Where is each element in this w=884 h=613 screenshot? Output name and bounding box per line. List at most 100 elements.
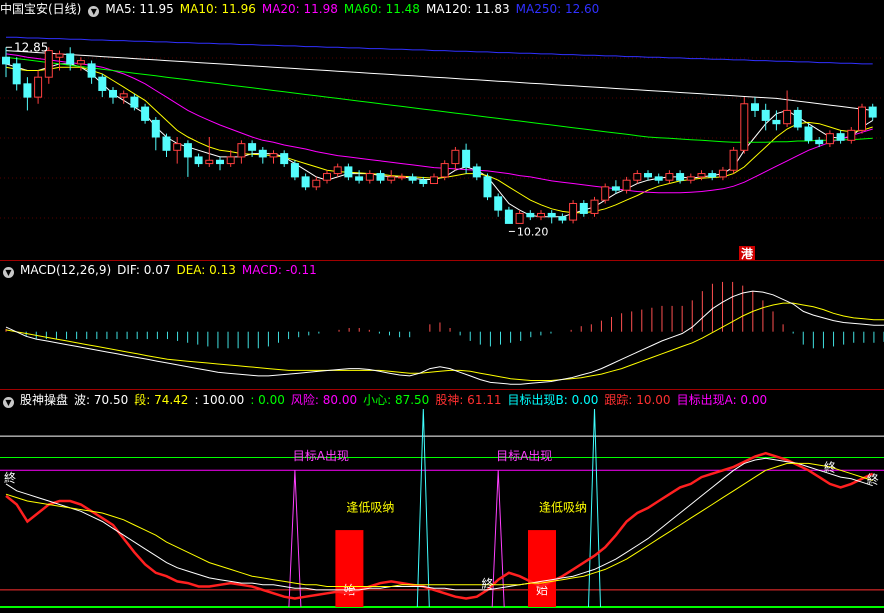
candle-body bbox=[151, 119, 160, 138]
macd-indicator-2: MACD: -0.11 bbox=[241, 263, 317, 277]
candle-body bbox=[665, 173, 674, 181]
candle-body bbox=[312, 179, 321, 188]
candle-body bbox=[2, 56, 10, 65]
candle bbox=[194, 153, 203, 167]
candle bbox=[483, 173, 492, 201]
candle bbox=[644, 170, 652, 181]
signal-pane-title: 股神操盘 bbox=[20, 393, 69, 407]
candle-body bbox=[547, 212, 556, 218]
pane-divider[interactable] bbox=[0, 389, 884, 390]
price-indicator-0: MA5: 11.95 bbox=[105, 2, 174, 16]
candle-body bbox=[194, 156, 203, 165]
candle bbox=[504, 206, 513, 224]
candle bbox=[269, 150, 278, 164]
candle bbox=[183, 140, 192, 177]
target-b-spike bbox=[588, 409, 601, 608]
candle-body bbox=[76, 60, 85, 65]
candle-body bbox=[141, 106, 150, 121]
candle bbox=[151, 117, 160, 151]
candle bbox=[847, 127, 856, 144]
candle-body bbox=[804, 126, 813, 141]
price-chart[interactable]: 12.85 10.20 港 bbox=[0, 18, 884, 261]
candle-body bbox=[815, 139, 824, 145]
candle bbox=[825, 130, 834, 147]
candle-body bbox=[55, 53, 64, 58]
candle bbox=[430, 173, 438, 185]
candle-body bbox=[387, 176, 396, 181]
signal-indicator-9: 目标出现A: 0.00 bbox=[676, 393, 768, 407]
ma-line-ma250 bbox=[6, 36, 873, 65]
candle bbox=[162, 133, 171, 157]
candle bbox=[440, 160, 449, 181]
chevron-down-icon[interactable]: ▼ bbox=[88, 6, 100, 17]
candle-body bbox=[836, 133, 845, 141]
candle bbox=[547, 210, 556, 224]
candle-body bbox=[216, 159, 224, 165]
candle bbox=[729, 146, 738, 174]
candle bbox=[290, 160, 299, 181]
chevron-down-icon[interactable]: ▼ bbox=[3, 267, 14, 278]
candle bbox=[633, 170, 642, 184]
signal-indicator-4: 风险: 80.00 bbox=[290, 393, 358, 407]
price-indicator-4: MA120: 11.83 bbox=[425, 2, 510, 16]
signal-indicator-2: : 100.00 bbox=[194, 393, 245, 407]
candle-body bbox=[248, 143, 257, 151]
price-indicator-2: MA20: 11.98 bbox=[261, 2, 338, 16]
macd-indicator-0: DIF: 0.07 bbox=[117, 263, 171, 277]
candle bbox=[601, 183, 610, 204]
candle-body bbox=[23, 83, 32, 98]
candle bbox=[258, 146, 267, 164]
end-label: 終 bbox=[4, 470, 16, 485]
candle bbox=[708, 170, 717, 181]
candle-body bbox=[462, 149, 471, 168]
macd-indicator-list: DIF: 0.07 DEA: 0.13 MACD: -0.11 bbox=[117, 263, 323, 277]
target-b-spike bbox=[416, 409, 430, 608]
signal-pane-header: ▼ 股神操盘 波: 70.50 段: 74.42: 100.00: 0.00 风险: 8… bbox=[0, 391, 884, 409]
candle bbox=[569, 200, 578, 224]
candle bbox=[494, 193, 503, 217]
candle-body bbox=[183, 143, 192, 158]
candle-body bbox=[654, 176, 663, 181]
candle-body bbox=[708, 173, 717, 178]
candle bbox=[109, 87, 117, 104]
candle bbox=[12, 57, 21, 91]
candle-body bbox=[397, 176, 406, 179]
candle bbox=[376, 170, 385, 184]
candle-body bbox=[579, 202, 588, 214]
candle bbox=[515, 210, 524, 224]
candle-body bbox=[130, 96, 139, 108]
candle bbox=[312, 176, 321, 191]
candle bbox=[365, 170, 374, 184]
candle bbox=[87, 60, 96, 84]
candle-body bbox=[751, 103, 759, 111]
candle-body bbox=[622, 179, 631, 191]
candle-body bbox=[226, 156, 235, 165]
candle bbox=[98, 73, 107, 98]
candle-body bbox=[440, 163, 449, 178]
price-indicator-list: MA5: 11.95 MA10: 11.96 MA20: 11.98 MA60: 11… bbox=[105, 2, 605, 16]
candle-body bbox=[44, 50, 53, 78]
candle bbox=[579, 200, 588, 217]
candle-body bbox=[858, 106, 866, 131]
macd-pane-header: ▼ MACD(12,26,9) DIF: 0.07 DEA: 0.13 MACD: -0… bbox=[0, 261, 884, 279]
chevron-down-icon[interactable]: ▼ bbox=[3, 397, 14, 408]
candle bbox=[558, 213, 567, 224]
macd-chart[interactable] bbox=[0, 279, 884, 389]
candle bbox=[622, 176, 631, 194]
signal-line bbox=[5, 457, 873, 591]
candle bbox=[344, 163, 353, 181]
signal-chart[interactable]: 目标A出现目标A出现目标B出现目标B出现始逢低吸纳始逢低吸纳終終終終 bbox=[0, 409, 884, 613]
candle-body bbox=[697, 173, 706, 178]
high-label: 12.85 bbox=[14, 40, 48, 54]
candle-body bbox=[66, 53, 75, 65]
candle bbox=[205, 137, 214, 167]
candle-body bbox=[119, 93, 128, 98]
candle bbox=[686, 173, 695, 184]
candle-body bbox=[301, 176, 310, 188]
candle bbox=[301, 173, 310, 191]
candle bbox=[526, 210, 535, 221]
low-buy-label: 逢低吸纳 bbox=[539, 500, 587, 514]
candle bbox=[836, 130, 845, 144]
candle-body bbox=[430, 176, 438, 185]
candle bbox=[216, 156, 224, 171]
